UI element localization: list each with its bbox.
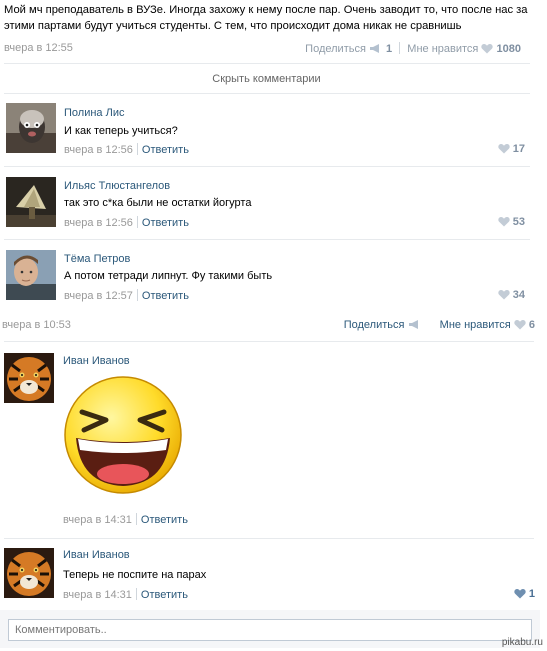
divider (4, 166, 530, 167)
separator (135, 588, 137, 600)
heart-icon (498, 143, 510, 154)
comment-meta: вчера в 12:56 Ответить (64, 216, 189, 229)
separator (135, 513, 137, 525)
divider (4, 538, 534, 539)
comment-author[interactable]: Полина Лис (64, 107, 124, 119)
share-button[interactable]: Поделиться 1 (305, 43, 392, 55)
heart-icon (514, 319, 526, 330)
reply-link[interactable]: Ответить (142, 217, 189, 229)
separator (399, 42, 401, 54)
comment-meta: вчера в 14:31 Ответить (63, 513, 188, 526)
post-time[interactable]: вчера в 12:55 (4, 42, 73, 54)
divider (4, 239, 530, 240)
share-button[interactable]: Поделиться (344, 319, 422, 331)
comment-text: А потом тетради липнут. Фу такими быть (64, 270, 273, 282)
comment-author[interactable]: Иван Иванов (63, 549, 130, 561)
reply-link[interactable]: Ответить (141, 514, 188, 526)
comment-author[interactable]: Тёма Петров (64, 253, 130, 265)
like-button[interactable]: Мне нравится 1080 (407, 43, 521, 55)
reply-link[interactable]: Ответить (141, 589, 188, 601)
divider (4, 341, 534, 342)
divider (4, 63, 530, 64)
avatar[interactable] (6, 177, 56, 227)
megaphone-icon (408, 320, 418, 329)
watermark: pikabu.ru (501, 637, 543, 648)
comment-meta: вчера в 14:31 Ответить (63, 588, 188, 601)
heart-icon (514, 588, 526, 599)
comment-time[interactable]: вчера в 12:56 (64, 217, 133, 229)
comment-author[interactable]: Ильяс Тлюстангелов (64, 180, 170, 192)
comment-text: И как теперь учиться? (64, 125, 178, 137)
avatar-image (4, 353, 54, 403)
comment-time[interactable]: вчера в 14:31 (63, 589, 132, 601)
comment-like-button[interactable]: 17 (498, 143, 525, 155)
comment-time[interactable]: вчера в 14:31 (63, 514, 132, 526)
avatar-image (6, 250, 56, 300)
separator (136, 143, 138, 155)
comment-author[interactable]: Иван Иванов (63, 355, 130, 367)
comment-input-wrapper (8, 619, 532, 641)
reply-link[interactable]: Ответить (142, 144, 189, 156)
comment-like-button[interactable]: 1 (514, 588, 535, 600)
comment-time[interactable]: вчера в 12:56 (64, 144, 133, 156)
divider (4, 93, 530, 94)
comment-text: Теперь не поспите на парах (63, 569, 207, 581)
post-text: Мой мч преподаватель в ВУЗе. Иногда захо… (4, 4, 528, 32)
post-actions: Поделиться Мне нравится 6 (344, 319, 535, 331)
heart-icon (498, 216, 510, 227)
post-actions: Поделиться 1 Мне нравится 1080 (305, 42, 521, 55)
avatar-image (6, 103, 56, 153)
comment-meta: вчера в 12:56 Ответить (64, 143, 189, 156)
like-button[interactable]: Мне нравится 6 (440, 319, 535, 331)
heart-icon (498, 289, 510, 300)
avatar[interactable] (4, 353, 54, 403)
laughing-smiley-image (62, 372, 184, 498)
post-time[interactable]: вчера в 10:53 (2, 319, 71, 331)
avatar-image (6, 177, 56, 227)
comment-meta: вчера в 12:57 Ответить (64, 289, 189, 302)
heart-icon (481, 43, 494, 54)
megaphone-icon (369, 44, 379, 53)
comment-like-button[interactable]: 53 (498, 216, 525, 228)
hide-comments-link[interactable]: Скрыть комментарии (0, 73, 533, 85)
avatar[interactable] (4, 548, 54, 598)
comment-text: так это с*ка были не остатки йогурта (64, 197, 252, 209)
comment-like-button[interactable]: 34 (498, 289, 525, 301)
comment-input[interactable] (9, 620, 531, 640)
reply-link[interactable]: Ответить (142, 290, 189, 302)
avatar[interactable] (6, 103, 56, 153)
separator (136, 289, 138, 301)
comment-time[interactable]: вчера в 12:57 (64, 290, 133, 302)
avatar[interactable] (6, 250, 56, 300)
separator (136, 216, 138, 228)
avatar-image (4, 548, 54, 598)
